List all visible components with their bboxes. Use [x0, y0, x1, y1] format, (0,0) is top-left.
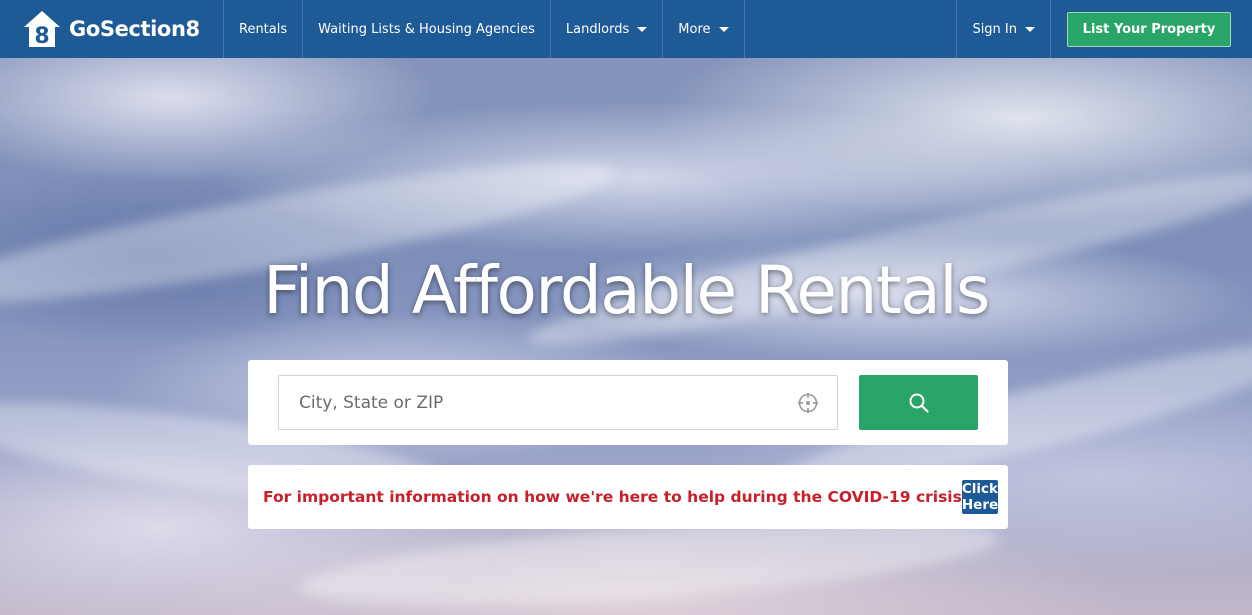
- click-here-button[interactable]: Click Here: [961, 480, 999, 514]
- hero-section: [0, 58, 1252, 615]
- nav-rentals[interactable]: Rentals: [224, 0, 304, 58]
- list-property-wrap: List Your Property: [1051, 0, 1252, 58]
- crosshair-icon[interactable]: [797, 392, 819, 414]
- nav-more-label: More: [678, 21, 711, 37]
- nav-more[interactable]: More: [663, 0, 745, 58]
- nav-waiting-lists[interactable]: Waiting Lists & Housing Agencies: [303, 0, 551, 58]
- covid-notice-text: For important information on how we're h…: [263, 488, 962, 506]
- logo-digit: 8: [34, 24, 49, 49]
- top-navigation: 8 GoSection8 Rentals Waiting Lists & Hou…: [0, 0, 1252, 58]
- caret-down-icon: [637, 26, 648, 32]
- nav-rentals-label: Rentals: [239, 21, 288, 37]
- sign-in-label: Sign In: [972, 21, 1017, 37]
- house-logo-icon: 8: [24, 11, 60, 49]
- caret-down-icon: [1025, 26, 1035, 32]
- nav-landlords-label: Landlords: [565, 21, 630, 37]
- sign-in-menu[interactable]: Sign In: [957, 0, 1051, 58]
- caret-down-icon: [718, 26, 729, 32]
- nav-landlords[interactable]: Landlords: [551, 0, 664, 58]
- covid-notice-panel: For important information on how we're h…: [248, 465, 1008, 529]
- nav-waiting-lists-label: Waiting Lists & Housing Agencies: [318, 21, 535, 37]
- location-search-input[interactable]: [299, 392, 797, 413]
- search-icon: [909, 393, 929, 413]
- location-search-field: [278, 375, 838, 430]
- search-button[interactable]: [859, 375, 978, 430]
- list-your-property-button[interactable]: List Your Property: [1067, 11, 1231, 47]
- nav-spacer: [745, 0, 958, 58]
- brand-name: GoSection8: [69, 17, 200, 41]
- hero-headline: Find Affordable Rentals: [263, 252, 990, 329]
- search-panel: [248, 360, 1008, 445]
- brand-logo-link[interactable]: 8 GoSection8: [0, 0, 224, 58]
